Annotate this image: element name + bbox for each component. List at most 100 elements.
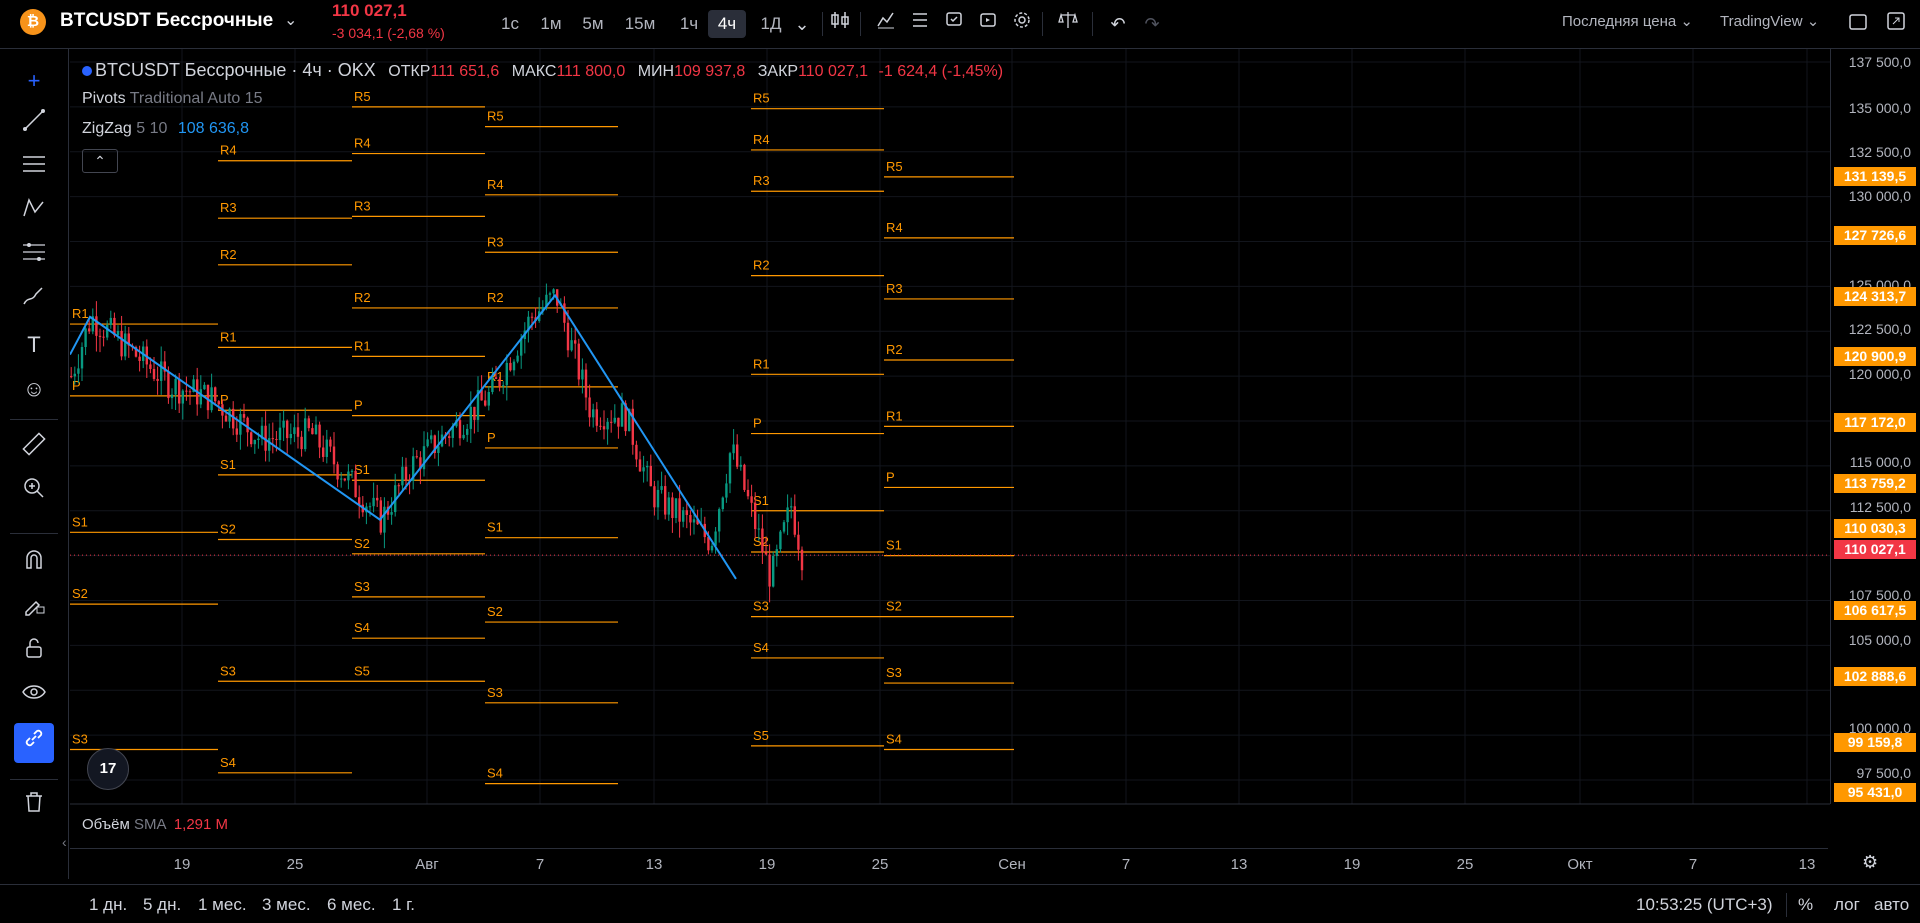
tradingview-logo[interactable]: 17 bbox=[87, 748, 129, 790]
zoom-in-icon[interactable] bbox=[14, 473, 54, 513]
bitcoin-icon: ₿ bbox=[20, 9, 46, 35]
candle-body bbox=[199, 389, 202, 405]
templates-icon[interactable] bbox=[906, 10, 934, 38]
candle-body bbox=[307, 418, 310, 429]
zigzag-legend[interactable]: ZigZag 5 10 108 636,8 bbox=[82, 120, 249, 138]
candle-body bbox=[602, 426, 606, 430]
range-5d[interactable]: 5 дн. bbox=[143, 895, 181, 915]
candle-body bbox=[401, 466, 404, 486]
candle-body bbox=[318, 424, 321, 448]
price-axis[interactable]: 137 500,0 135 000,0 132 500,0 130 000,0 … bbox=[1830, 49, 1920, 804]
percent-toggle[interactable]: % bbox=[1798, 895, 1813, 915]
pivots-legend[interactable]: Pivots Traditional Auto 15 bbox=[82, 90, 263, 108]
link-icon[interactable] bbox=[14, 723, 54, 763]
trash-icon[interactable] bbox=[14, 787, 54, 827]
lock-drawing-icon[interactable] bbox=[14, 589, 54, 629]
pivot-price-tag: 106 617,5 bbox=[1834, 601, 1916, 620]
candle-body bbox=[332, 446, 336, 465]
pivot-level-label: S2 bbox=[886, 599, 902, 614]
range-6m[interactable]: 6 мес. bbox=[327, 895, 376, 915]
unlock-icon[interactable] bbox=[14, 633, 54, 673]
pivot-level-label: S3 bbox=[354, 579, 370, 594]
range-1d[interactable]: 1 дн. bbox=[89, 895, 127, 915]
brush-icon[interactable] bbox=[14, 281, 54, 321]
x-label: 7 bbox=[1688, 856, 1698, 873]
symbol-name[interactable]: BTCUSDT Бессрочные bbox=[60, 10, 273, 32]
chevron-down-icon[interactable]: ⌄ bbox=[284, 10, 297, 30]
candle-body bbox=[206, 384, 210, 411]
horizontal-lines-icon[interactable] bbox=[14, 149, 54, 189]
auto-toggle[interactable]: авто bbox=[1874, 895, 1909, 915]
candle-body bbox=[343, 478, 346, 481]
crosshair-icon[interactable]: + bbox=[14, 61, 54, 101]
tf-1d[interactable]: 1Д bbox=[756, 10, 786, 38]
candle-body bbox=[656, 489, 660, 508]
pivot-level-label: P bbox=[354, 398, 363, 413]
tf-5m[interactable]: 5м bbox=[578, 10, 608, 38]
candle-body bbox=[649, 465, 652, 487]
tf-15m[interactable]: 15м bbox=[620, 10, 660, 38]
tf-1s[interactable]: 1с bbox=[496, 10, 524, 38]
candle-body bbox=[217, 401, 220, 405]
candle-body bbox=[156, 378, 159, 381]
pivot-level-label: S4 bbox=[753, 640, 769, 655]
candle-body bbox=[509, 362, 512, 371]
candle-body bbox=[448, 436, 451, 438]
settings-gear-icon[interactable] bbox=[1008, 10, 1036, 38]
text-tool-icon[interactable]: T bbox=[14, 325, 54, 365]
indicators-icon[interactable] bbox=[872, 10, 900, 38]
pivot-level-label: S1 bbox=[220, 457, 236, 472]
alert-icon[interactable] bbox=[940, 10, 968, 38]
legend-title[interactable]: BTCUSDT Бессрочные · 4ч · OKX bbox=[95, 60, 376, 80]
provider-dropdown[interactable]: TradingView ⌄ bbox=[1720, 12, 1819, 30]
magnet-icon[interactable] bbox=[14, 545, 54, 585]
candle-body bbox=[757, 528, 760, 530]
trend-line-icon[interactable] bbox=[14, 105, 54, 145]
candle-body bbox=[109, 317, 112, 325]
time-settings-gear-icon[interactable]: ⚙ bbox=[1862, 852, 1878, 873]
candle-body bbox=[350, 470, 354, 472]
tf-1m[interactable]: 1м bbox=[536, 10, 566, 38]
volume-legend[interactable]: Объём SMA 1,291 M bbox=[82, 816, 228, 833]
candle-body bbox=[170, 394, 174, 399]
price-type-dropdown[interactable]: Последняя цена ⌄ bbox=[1562, 12, 1693, 30]
replay-icon[interactable] bbox=[974, 10, 1002, 38]
clock-timezone[interactable]: 10:53:25 (UTC+3) bbox=[1636, 895, 1773, 915]
pivot-level-label: P bbox=[72, 378, 81, 393]
redo-icon[interactable]: ↷ bbox=[1138, 10, 1166, 38]
close-value: 110 027,1 bbox=[798, 63, 869, 80]
fib-icon[interactable] bbox=[14, 237, 54, 277]
range-3m[interactable]: 3 мес. bbox=[262, 895, 311, 915]
candle-body bbox=[415, 456, 418, 458]
maximize-icon[interactable] bbox=[1882, 10, 1910, 38]
collapse-legend-button[interactable]: ⌃ bbox=[82, 149, 118, 173]
emoji-icon[interactable]: ☺ bbox=[14, 369, 54, 409]
candle-body bbox=[250, 432, 253, 445]
candle-body bbox=[761, 528, 764, 553]
undo-icon[interactable]: ↶ bbox=[1104, 10, 1132, 38]
candle-body bbox=[725, 483, 728, 498]
candle-body bbox=[484, 400, 487, 406]
candle-body bbox=[466, 428, 469, 435]
fullscreen-icon[interactable] bbox=[1844, 10, 1872, 38]
price-chart[interactable]: R1 P S1 S2 S3 R4 R3 R2 R1 P S1 S2 S3 S4 R5 R4 R3 R2 R1 P S1 S… bbox=[70, 49, 1830, 807]
pattern-icon[interactable] bbox=[14, 193, 54, 233]
x-label: 7 bbox=[535, 856, 545, 873]
tf-4h[interactable]: 4ч bbox=[708, 10, 746, 38]
x-label: 19 bbox=[1343, 856, 1361, 873]
compare-scales-icon[interactable] bbox=[1054, 10, 1082, 38]
range-1y[interactable]: 1 г. bbox=[392, 895, 415, 915]
last-price: 110 027,1 bbox=[332, 1, 407, 20]
eye-icon[interactable] bbox=[14, 677, 54, 717]
log-toggle[interactable]: лог bbox=[1834, 895, 1860, 915]
candles-icon[interactable] bbox=[826, 10, 854, 38]
collapse-toolbar-icon[interactable]: ‹ bbox=[62, 834, 67, 850]
tf-1h[interactable]: 1ч bbox=[674, 10, 704, 38]
candle-body bbox=[325, 439, 328, 457]
time-axis[interactable]: 19 25 Авг 7 13 19 25 Сен 7 13 19 25 Окт … bbox=[70, 848, 1828, 881]
range-1m[interactable]: 1 мес. bbox=[198, 895, 247, 915]
candle-body bbox=[257, 438, 260, 440]
pivot-price-tag: 113 759,2 bbox=[1834, 474, 1916, 493]
ruler-icon[interactable] bbox=[14, 429, 54, 469]
timeframe-dropdown-icon[interactable]: ⌄ bbox=[788, 10, 816, 38]
